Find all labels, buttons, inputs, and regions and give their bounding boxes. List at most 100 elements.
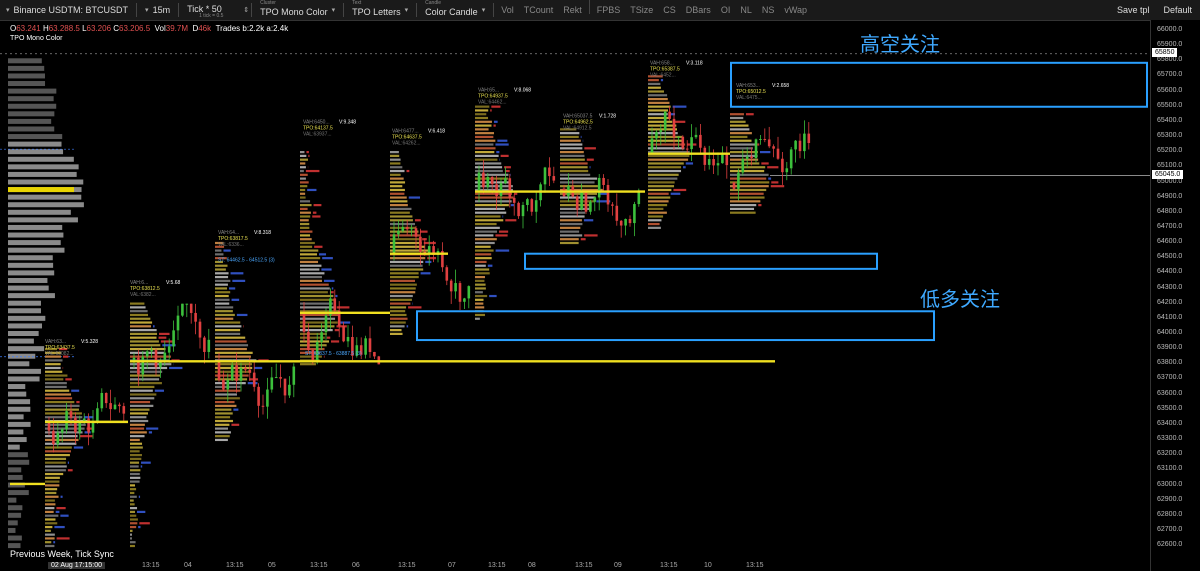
toggle-dbars[interactable]: DBars	[681, 0, 716, 20]
toggle-rekt[interactable]: Rekt	[558, 0, 587, 20]
tpo-bar	[45, 359, 63, 362]
tpo-bar	[475, 204, 509, 207]
footprint-bar	[330, 340, 340, 343]
profile-bar	[8, 285, 49, 291]
long-zone-box	[416, 310, 935, 342]
profile-bar	[8, 262, 54, 268]
tpo-bar	[45, 412, 82, 415]
tpo-bar	[45, 442, 77, 445]
footprint-bar	[154, 389, 164, 392]
toggle-fpbs[interactable]: FPBS	[592, 0, 626, 20]
candle-selector[interactable]: Candle Color Candle ▾	[419, 0, 491, 20]
price-tick: 63000.0	[1157, 480, 1183, 488]
tpo-bar	[475, 230, 498, 233]
candle-body	[333, 298, 337, 311]
profile-bar	[8, 474, 23, 480]
tpo-bar	[390, 302, 411, 305]
toggle-vol[interactable]: Vol	[496, 0, 519, 20]
candle-body	[449, 280, 453, 292]
candle-body	[508, 178, 512, 198]
tpo-bar	[300, 257, 321, 260]
stepper-icon: ⇕	[243, 7, 250, 14]
candle-body	[410, 228, 413, 230]
single-print-label: ST: 64462.5 - 64512.5 (3)	[218, 257, 275, 263]
tpo-bar	[130, 397, 155, 400]
toggle-nl[interactable]: NL	[735, 0, 757, 20]
tpo-bar	[390, 211, 410, 214]
price-tick: 63200.0	[1157, 450, 1183, 458]
footprint-bar	[339, 321, 351, 324]
cluster-caption: Cluster	[260, 0, 276, 6]
footprint-bar	[495, 143, 509, 146]
text-selector[interactable]: Text TPO Letters ▾	[346, 0, 414, 20]
tpo-bar	[45, 416, 83, 419]
tpo-bar	[560, 211, 586, 214]
interval-selector[interactable]: ▾ 15m	[139, 0, 176, 20]
tpo-bar	[648, 185, 675, 188]
time-axis[interactable]: 02 Aug 17:15:00 13:15 04 13:15 05 13:15 06 13:1…	[0, 561, 1150, 571]
candle-body	[207, 339, 211, 352]
candle-body	[504, 178, 507, 184]
footprint-bar	[768, 177, 772, 180]
tpo-bar	[390, 310, 406, 313]
price-axis[interactable]: 66000.0 65900.0 65800.0 65700.0 65600.0 65500…	[1150, 20, 1200, 571]
tpo-bar	[215, 249, 222, 252]
tpo-bar	[130, 503, 135, 506]
time-tick: 13:15	[746, 562, 764, 569]
tpo-bar	[390, 181, 406, 184]
footprint-bar	[683, 166, 686, 169]
profile-bar	[8, 452, 28, 458]
tpo-bar	[45, 476, 60, 479]
profile-bar	[8, 527, 16, 533]
footprint-bar	[496, 151, 500, 154]
candle-body	[113, 404, 117, 410]
toggle-ns[interactable]: NS	[757, 0, 780, 20]
footprint-bar	[499, 230, 509, 233]
tpo-bar	[300, 344, 327, 347]
tpo-bar	[390, 188, 405, 192]
toggle-vwap[interactable]: vWap	[779, 0, 812, 20]
profile-bar	[8, 429, 24, 435]
candle-body	[725, 154, 729, 166]
toggle-oi[interactable]: OI	[716, 0, 736, 20]
tpo-bar	[300, 169, 304, 173]
save-template-button[interactable]: Save tpl	[1117, 5, 1150, 15]
candle-value: Color Candle	[425, 6, 478, 17]
tpo-bar	[560, 219, 582, 222]
toggle-tcount[interactable]: TCount	[519, 0, 559, 20]
candle-body	[712, 159, 715, 166]
candle-body	[307, 331, 310, 351]
tpo-bar	[300, 166, 306, 169]
footprint-bar	[140, 465, 143, 468]
candle-body	[668, 111, 671, 119]
tpo-bar	[45, 438, 79, 442]
price-tick: 65500.0	[1157, 101, 1183, 109]
footprint-bar	[146, 427, 159, 430]
footprint-bar	[223, 249, 231, 252]
long-watch-annotation: 低多关注	[920, 287, 1000, 311]
candle-body	[248, 369, 252, 373]
toggle-cs[interactable]: CS	[658, 0, 681, 20]
cluster-selector[interactable]: Cluster TPO Mono Color ▾	[254, 0, 341, 20]
tick-selector[interactable]: Tick * 50 1 tick = 0.5 ⇕	[181, 0, 249, 20]
footprint-bar	[491, 105, 501, 108]
symbol-selector[interactable]: ▾ Binance USDTM: BTCUSDT	[0, 0, 134, 20]
tpo-bar	[215, 298, 230, 301]
tpo-bar	[648, 120, 673, 123]
candle-body	[261, 405, 265, 407]
time-tick: 13:15	[226, 562, 244, 569]
toggle-tsize[interactable]: TSize	[625, 0, 658, 20]
price-tick: 63700.0	[1157, 374, 1183, 382]
footprint-bar	[420, 230, 428, 233]
tpo-bar	[215, 275, 229, 279]
profile-bar	[8, 65, 45, 71]
footprint-bar	[65, 378, 72, 381]
candle-body	[445, 267, 449, 281]
tpo-bar	[215, 438, 228, 442]
profile-bar	[8, 391, 27, 397]
profile-bar	[8, 194, 82, 200]
profile-bar	[8, 512, 22, 518]
tpo-bar	[560, 151, 584, 154]
tpo-bar	[560, 154, 585, 157]
default-template-button[interactable]: Default	[1163, 5, 1192, 15]
